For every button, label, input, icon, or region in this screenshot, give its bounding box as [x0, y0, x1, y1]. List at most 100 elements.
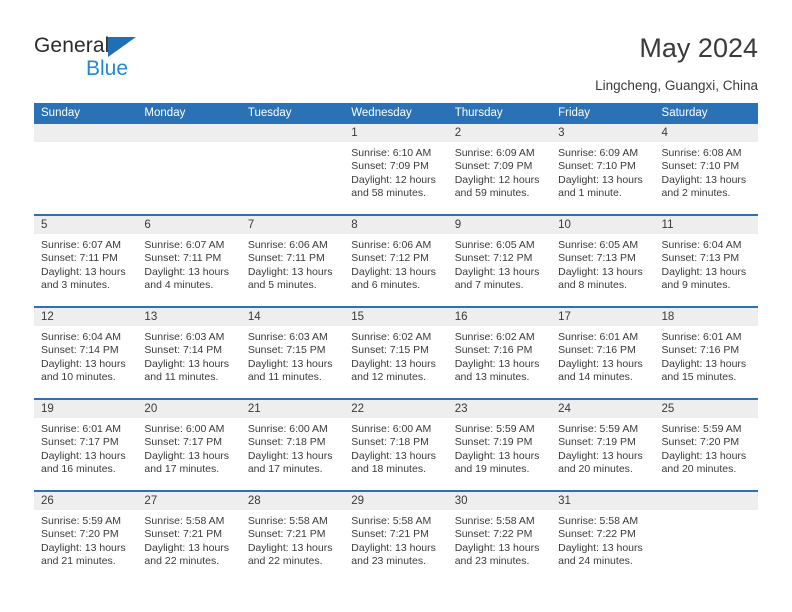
day-number: 2 [447, 124, 552, 142]
weekday-header-saturday: Saturday [661, 107, 708, 119]
calendar-day-cell[interactable]: 13 Sunrise: 6:03 AM Sunset: 7:14 PM Dayligh… [137, 308, 241, 398]
sunset-text: Sunset: 7:11 PM [41, 252, 118, 265]
day-details [137, 142, 240, 147]
daylight-text: Daylight: 12 hours and 59 minutes. [454, 173, 540, 199]
sunrise-text: Sunrise: 5:59 AM [661, 423, 742, 435]
day-details: Sunrise: 6:10 AM Sunset: 7:09 PM Daylight:… [344, 142, 447, 200]
daylight-text: Daylight: 13 hours and 10 minutes. [41, 357, 126, 383]
sunrise-text: Sunrise: 6:01 AM [661, 331, 742, 343]
day-number: 22 [344, 400, 448, 418]
sunrise-text: Sunrise: 5:58 AM [454, 515, 535, 527]
calendar-day-cell[interactable]: 4 Sunrise: 6:08 AM Sunset: 7:10 PM Daylight… [654, 124, 758, 214]
calendar-day-cell[interactable]: 15 Sunrise: 6:02 AM Sunset: 7:15 PM Dayligh… [344, 308, 448, 398]
sunset-text: Sunset: 7:18 PM [247, 436, 326, 449]
sunrise-text: Sunrise: 6:04 AM [661, 239, 742, 251]
logo-triangle-icon [108, 37, 136, 57]
daylight-text: Daylight: 13 hours and 17 minutes. [144, 449, 230, 475]
day-number: 23 [447, 400, 552, 418]
sunrise-text: Sunrise: 6:03 AM [144, 331, 225, 343]
calendar-day-cell[interactable]: 29 Sunrise: 5:58 AM Sunset: 7:21 PM Dayligh… [344, 492, 448, 582]
daylight-text: Daylight: 13 hours and 17 minutes. [247, 449, 333, 475]
weekday-header-wednesday: Wednesday [351, 107, 412, 119]
calendar-day-cell[interactable]: 19 Sunrise: 6:01 AM Sunset: 7:17 PM Dayligh… [34, 400, 138, 490]
calendar-day-cell[interactable]: 24 Sunrise: 5:59 AM Sunset: 7:19 PM Dayligh… [551, 400, 655, 490]
sunrise-text: Sunrise: 5:58 AM [247, 515, 328, 527]
calendar-day-cell[interactable]: 27 Sunrise: 5:58 AM Sunset: 7:21 PM Dayligh… [137, 492, 241, 582]
daylight-text: Daylight: 13 hours and 4 minutes. [144, 265, 230, 291]
calendar-day-cell[interactable]: 2 Sunrise: 6:09 AM Sunset: 7:09 PM Daylight… [447, 124, 552, 214]
calendar-day-cell[interactable]: 20 Sunrise: 6:00 AM Sunset: 7:17 PM Dayligh… [137, 400, 241, 490]
sunset-text: Sunset: 7:10 PM [558, 160, 636, 173]
daylight-text: Daylight: 13 hours and 2 minutes. [661, 173, 747, 199]
sunset-text: Sunset: 7:16 PM [661, 344, 740, 357]
sunrise-text: Sunrise: 6:07 AM [144, 239, 225, 251]
general-blue-logo[interactable]: General Blue [34, 34, 164, 86]
sunrise-text: Sunrise: 5:58 AM [558, 515, 639, 527]
calendar-day-cell[interactable]: 22 Sunrise: 6:00 AM Sunset: 7:18 PM Dayligh… [344, 400, 448, 490]
day-details: Sunrise: 6:00 AM Sunset: 7:17 PM Daylight:… [137, 418, 240, 476]
day-number [654, 492, 758, 510]
day-number: 26 [34, 492, 138, 510]
daylight-text: Daylight: 13 hours and 5 minutes. [247, 265, 333, 291]
day-details: Sunrise: 6:09 AM Sunset: 7:10 PM Daylight:… [551, 142, 654, 200]
sunset-text: Sunset: 7:17 PM [144, 436, 223, 449]
calendar-day-cell[interactable]: 14 Sunrise: 6:03 AM Sunset: 7:15 PM Dayligh… [240, 308, 345, 398]
day-number: 15 [344, 308, 448, 326]
day-number: 14 [240, 308, 345, 326]
calendar-day-cell-empty [34, 124, 138, 214]
daylight-text: Daylight: 13 hours and 21 minutes. [41, 541, 126, 567]
calendar-day-cell[interactable]: 5 Sunrise: 6:07 AM Sunset: 7:11 PM Daylight… [34, 216, 138, 306]
day-details [655, 510, 758, 515]
calendar-day-cell[interactable]: 8 Sunrise: 6:06 AM Sunset: 7:12 PM Daylight… [344, 216, 448, 306]
day-number: 20 [137, 400, 241, 418]
weekday-header-tuesday: Tuesday [247, 107, 292, 119]
calendar-day-cell[interactable]: 23 Sunrise: 5:59 AM Sunset: 7:19 PM Dayligh… [447, 400, 552, 490]
daylight-text: Daylight: 13 hours and 23 minutes. [454, 541, 540, 567]
calendar-day-cell[interactable]: 1 Sunrise: 6:10 AM Sunset: 7:09 PM Daylight… [344, 124, 448, 214]
calendar-week-row: 19 Sunrise: 6:01 AM Sunset: 7:17 PM Dayligh… [34, 398, 758, 490]
day-details: Sunrise: 6:06 AM Sunset: 7:12 PM Daylight:… [344, 234, 447, 292]
sunrise-text: Sunrise: 5:59 AM [558, 423, 639, 435]
calendar-day-cell-empty [240, 124, 345, 214]
daylight-text: Daylight: 13 hours and 16 minutes. [41, 449, 126, 475]
calendar-day-cell[interactable]: 28 Sunrise: 5:58 AM Sunset: 7:21 PM Dayligh… [240, 492, 345, 582]
calendar-day-cell[interactable]: 21 Sunrise: 6:00 AM Sunset: 7:18 PM Dayligh… [240, 400, 345, 490]
daylight-text: Daylight: 13 hours and 22 minutes. [247, 541, 333, 567]
sunset-text: Sunset: 7:22 PM [558, 528, 636, 541]
calendar-day-cell[interactable]: 30 Sunrise: 5:58 AM Sunset: 7:22 PM Dayligh… [447, 492, 552, 582]
day-details: Sunrise: 6:02 AM Sunset: 7:16 PM Daylight:… [448, 326, 551, 384]
calendar-day-cell[interactable]: 3 Sunrise: 6:09 AM Sunset: 7:10 PM Daylight… [551, 124, 655, 214]
calendar-day-cell[interactable]: 6 Sunrise: 6:07 AM Sunset: 7:11 PM Daylight… [137, 216, 241, 306]
daylight-text: Daylight: 13 hours and 1 minute. [558, 173, 643, 199]
daylight-text: Daylight: 13 hours and 20 minutes. [558, 449, 643, 475]
sunset-text: Sunset: 7:21 PM [351, 528, 429, 541]
day-number: 24 [551, 400, 655, 418]
daylight-text: Daylight: 13 hours and 18 minutes. [351, 449, 436, 475]
daylight-text: Daylight: 13 hours and 8 minutes. [558, 265, 643, 291]
calendar-day-cell[interactable]: 7 Sunrise: 6:06 AM Sunset: 7:11 PM Daylight… [240, 216, 345, 306]
calendar-day-cell[interactable]: 10 Sunrise: 6:05 AM Sunset: 7:13 PM Dayligh… [551, 216, 655, 306]
calendar-day-cell[interactable]: 31 Sunrise: 5:58 AM Sunset: 7:22 PM Dayligh… [551, 492, 655, 582]
sunset-text: Sunset: 7:19 PM [558, 436, 636, 449]
calendar-day-cell[interactable]: 16 Sunrise: 6:02 AM Sunset: 7:16 PM Dayligh… [447, 308, 552, 398]
day-details [34, 142, 137, 147]
calendar-day-cell[interactable]: 12 Sunrise: 6:04 AM Sunset: 7:14 PM Dayligh… [34, 308, 138, 398]
calendar-day-cell[interactable]: 11 Sunrise: 6:04 AM Sunset: 7:13 PM Dayligh… [654, 216, 758, 306]
day-details: Sunrise: 6:01 AM Sunset: 7:16 PM Daylight:… [551, 326, 654, 384]
sunset-text: Sunset: 7:21 PM [144, 528, 223, 541]
day-details [241, 142, 344, 147]
daylight-text: Daylight: 13 hours and 15 minutes. [661, 357, 747, 383]
sunset-text: Sunset: 7:10 PM [661, 160, 740, 173]
daylight-text: Daylight: 13 hours and 6 minutes. [351, 265, 436, 291]
calendar-day-cell[interactable]: 18 Sunrise: 6:01 AM Sunset: 7:16 PM Dayligh… [654, 308, 758, 398]
calendar-day-cell[interactable]: 17 Sunrise: 6:01 AM Sunset: 7:16 PM Dayligh… [551, 308, 655, 398]
page-title: May 2024 [639, 33, 758, 63]
calendar-day-cell[interactable]: 25 Sunrise: 5:59 AM Sunset: 7:20 PM Dayligh… [654, 400, 758, 490]
calendar-day-cell[interactable]: 9 Sunrise: 6:05 AM Sunset: 7:12 PM Daylight… [447, 216, 552, 306]
day-number: 7 [240, 216, 345, 234]
calendar-day-cell[interactable]: 26 Sunrise: 5:59 AM Sunset: 7:20 PM Dayligh… [34, 492, 138, 582]
day-details: Sunrise: 6:09 AM Sunset: 7:09 PM Daylight:… [448, 142, 551, 200]
sunrise-text: Sunrise: 6:06 AM [247, 239, 328, 251]
calendar-week-row: 1 Sunrise: 6:10 AM Sunset: 7:09 PM Daylight… [34, 124, 758, 214]
sunset-text: Sunset: 7:18 PM [351, 436, 429, 449]
